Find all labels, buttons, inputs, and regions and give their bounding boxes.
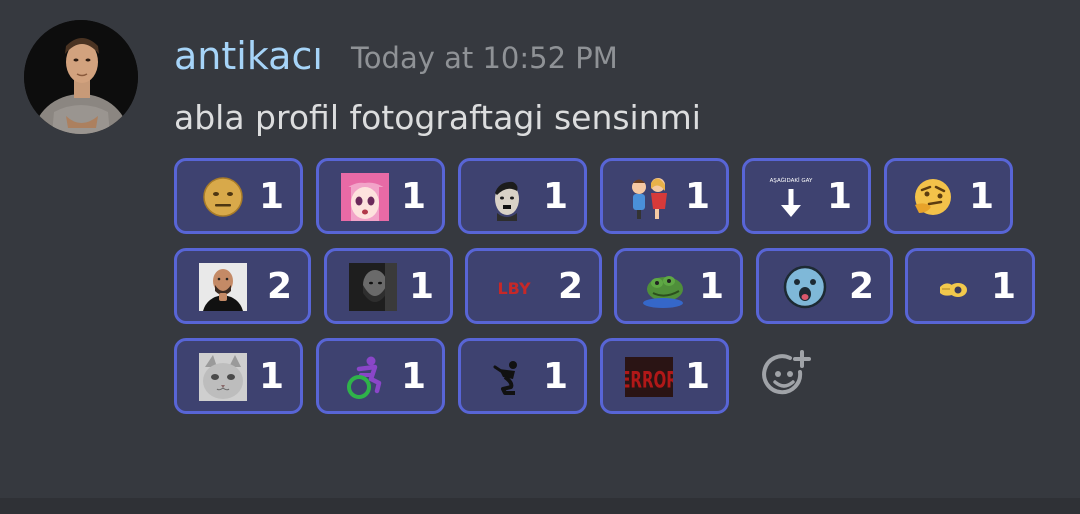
avatar[interactable] — [24, 20, 138, 134]
reaction-cat[interactable]: 1 — [174, 338, 303, 414]
couple-emoji-icon — [625, 173, 673, 221]
bald-man-emoji-icon — [199, 263, 247, 311]
reaction-count: 1 — [826, 176, 852, 217]
reaction-figure[interactable]: 1 — [458, 338, 587, 414]
reaction-dark-portrait[interactable]: 1 — [324, 248, 453, 324]
lby-label: LBY — [497, 279, 531, 298]
dark-portrait-emoji-icon — [349, 263, 397, 311]
reaction-count: 1 — [698, 266, 724, 307]
lby-text-emoji-icon: LBY — [490, 263, 538, 311]
neutral-face-emoji-icon — [199, 173, 247, 221]
reaction-count: 1 — [542, 356, 568, 397]
reaction-count: 1 — [968, 176, 994, 217]
reaction-count: 1 — [684, 176, 710, 217]
arrow-down-emoji-icon: AŞAĞIDAKİ GAY — [767, 173, 815, 221]
anime-girl-emoji-icon — [341, 173, 389, 221]
reaction-count: 1 — [258, 176, 284, 217]
reaction-anime-girl[interactable]: 1 — [316, 158, 445, 234]
reaction-count: 2 — [848, 266, 874, 307]
reaction-pointing-hand[interactable]: 1 — [905, 248, 1035, 324]
message-view: antikacı Today at 10:52 PM abla profil f… — [0, 0, 1080, 514]
error-text-emoji-icon: ERROR — [625, 353, 673, 401]
avatar-image — [24, 20, 138, 134]
reaction-surprised-blob[interactable]: 2 — [756, 248, 893, 324]
reaction-count: 2 — [266, 266, 292, 307]
reaction-arrow-down[interactable]: AŞAĞIDAKİ GAY 1 — [742, 158, 871, 234]
wheelchair-emoji-icon — [341, 353, 389, 401]
frog-emoji-icon — [639, 263, 687, 311]
reaction-count: 1 — [408, 266, 434, 307]
reaction-lby-text[interactable]: LBY 2 — [465, 248, 602, 324]
reaction-frog[interactable]: 1 — [614, 248, 743, 324]
message-content: abla profil fotograftagi sensinmi — [174, 98, 701, 137]
reaction-count: 1 — [400, 176, 426, 217]
reaction-count: 2 — [557, 266, 583, 307]
bottom-divider — [0, 498, 1080, 514]
reaction-count: 1 — [542, 176, 568, 217]
figure-emoji-icon — [483, 353, 531, 401]
mustache-face-emoji-icon — [483, 173, 531, 221]
reaction-thinking-face[interactable]: 1 — [884, 158, 1013, 234]
reaction-count: 1 — [400, 356, 426, 397]
error-label: ERROR — [625, 366, 673, 393]
reaction-count: 1 — [258, 356, 284, 397]
reaction-count: 1 — [684, 356, 710, 397]
timestamp: Today at 10:52 PM — [351, 41, 618, 75]
thinking-face-emoji-icon — [909, 173, 957, 221]
pointing-hand-emoji-icon — [930, 263, 978, 311]
reaction-wheelchair[interactable]: 1 — [316, 338, 445, 414]
reaction-error-text[interactable]: ERROR 1 — [600, 338, 729, 414]
add-reaction-icon[interactable] — [760, 350, 812, 402]
reaction-bald-man[interactable]: 2 — [174, 248, 311, 324]
reaction-count: 1 — [990, 266, 1016, 307]
reaction-couple[interactable]: 1 — [600, 158, 729, 234]
cat-emoji-icon — [199, 353, 247, 401]
surprised-blob-emoji-icon — [781, 263, 829, 311]
username[interactable]: antikacı — [174, 32, 323, 80]
reaction-mustache-face[interactable]: 1 — [458, 158, 587, 234]
arrow-down-label: AŞAĞIDAKİ GAY — [770, 177, 813, 184]
reaction-neutral-face[interactable]: 1 — [174, 158, 303, 234]
